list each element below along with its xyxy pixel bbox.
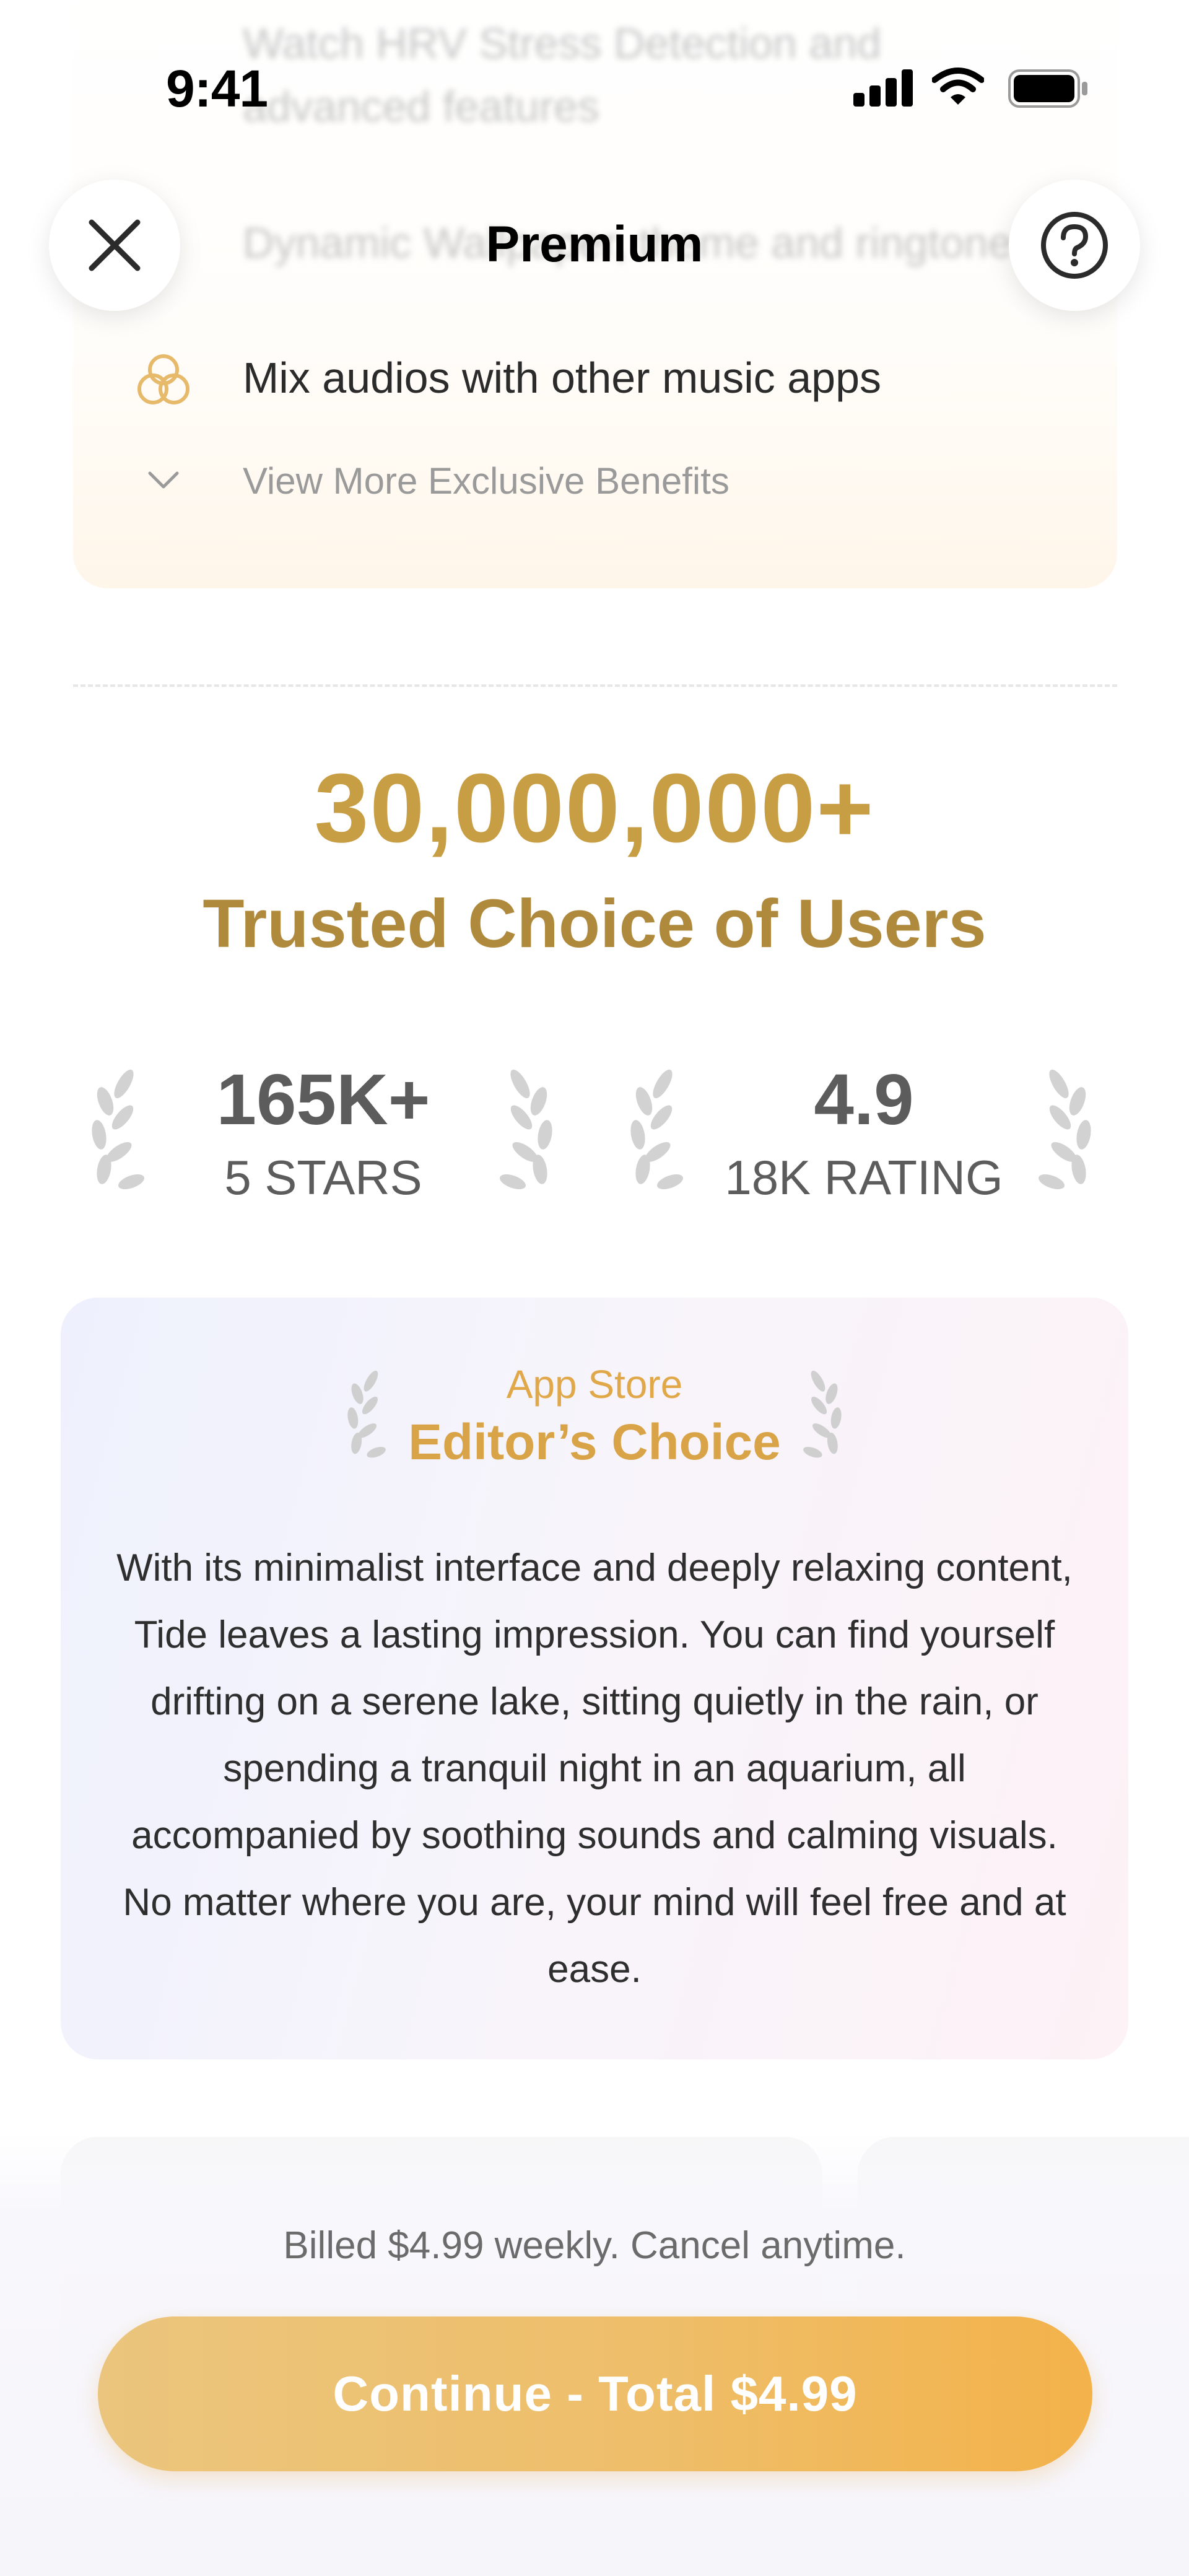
view-more-benefits-link[interactable]: View More Exclusive Benefits [243,460,730,502]
section-divider [73,684,1117,687]
laurel-left-icon [630,1069,683,1190]
help-button[interactable] [1009,180,1140,311]
mix-audio-icon [137,354,189,404]
editors-choice-title: Editor’s Choice [408,1414,781,1470]
stat-five-stars-value: 165K+ [216,1059,430,1140]
user-count: 30,000,000+ [314,754,875,863]
stat-five-stars-label: 5 STARS [224,1150,422,1205]
trust-subtitle: Trusted Choice of Users [203,886,986,962]
laurel-left-icon [92,1069,144,1190]
editors-choice-source: App Store [506,1362,683,1407]
help-icon [1041,212,1108,279]
chevron-down-icon[interactable] [146,469,181,492]
stat-rating-label: 18K RATING [725,1150,1003,1205]
wifi-icon [932,68,984,105]
laurel-right-icon [500,1069,552,1190]
battery-icon [1008,69,1087,108]
status-time: 9:41 [166,59,268,118]
benefit-item-hrv: Watch HRV Stress Detection and [243,19,881,68]
benefit-item-hrv-cont: advanced features [243,82,599,131]
benefit-item-mix-audio: Mix audios with other music apps [243,354,881,402]
stat-rating-value: 4.9 [814,1059,914,1140]
billing-note: Billed $4.99 weekly. Cancel anytime. [283,2224,906,2267]
editors-choice-quote: With its minimalist interface and deeply… [116,1547,1073,1991]
laurel-right-icon [1039,1069,1091,1190]
signal-icon [853,69,914,107]
continue-purchase-button[interactable]: Continue - Total $4.99 [98,2316,1092,2471]
